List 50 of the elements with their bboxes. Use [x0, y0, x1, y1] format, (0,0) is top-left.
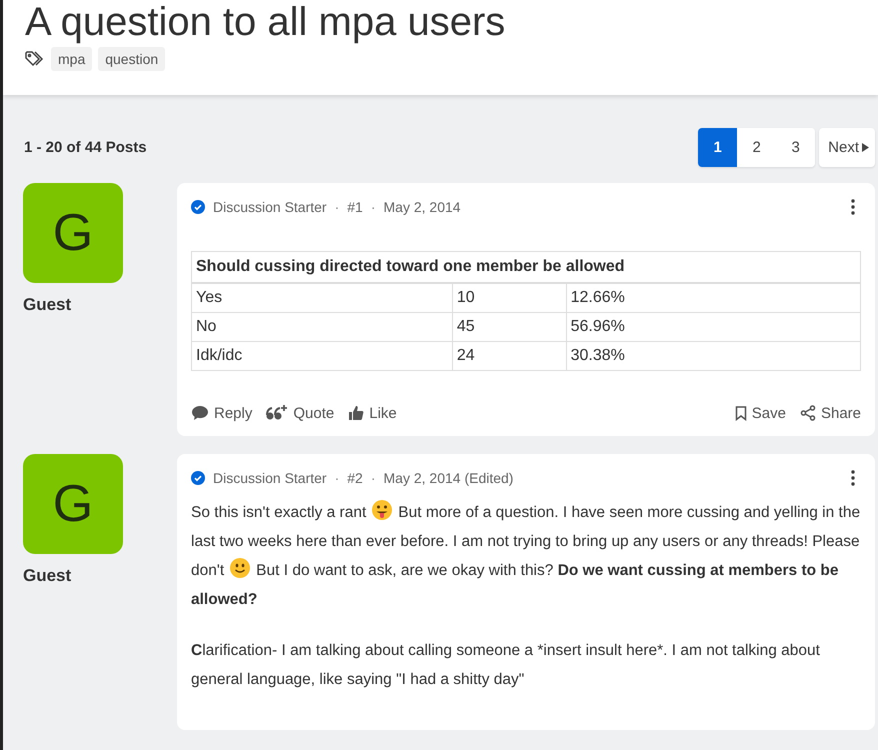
- author-name[interactable]: Guest: [23, 566, 123, 586]
- verified-icon: [191, 200, 205, 214]
- badge-label: Discussion Starter: [213, 470, 327, 486]
- avatar[interactable]: G: [23, 454, 123, 554]
- separator-dot: ·: [370, 470, 376, 486]
- table-cell: 56.96%: [566, 312, 860, 342]
- table-cell: 10: [452, 283, 566, 312]
- table-cell: Idk/idc: [192, 342, 452, 370]
- author-name[interactable]: Guest: [23, 295, 123, 315]
- verified-icon: [191, 471, 205, 485]
- tongue-face-icon: [371, 499, 394, 521]
- thumbs-up-icon: [348, 405, 364, 421]
- smiling-face-icon: [229, 557, 252, 579]
- badge-label: Discussion Starter: [213, 199, 327, 215]
- page-button[interactable]: 1: [698, 128, 738, 166]
- post-number[interactable]: #2: [347, 470, 363, 486]
- action-button[interactable]: Reply: [191, 404, 252, 422]
- action-button[interactable]: Quote: [266, 404, 334, 422]
- table-cell: Yes: [192, 283, 452, 312]
- avatar[interactable]: G: [23, 183, 123, 283]
- tag-icon: [25, 51, 45, 67]
- speech-bubble-icon: [191, 405, 209, 421]
- tag-link[interactable]: mpa: [51, 47, 92, 71]
- bookmark-icon: [734, 406, 747, 420]
- separator-dot: ·: [334, 470, 340, 486]
- separator-dot: ·: [334, 199, 340, 215]
- action-button[interactable]: Save: [734, 404, 786, 422]
- page-button[interactable]: 3: [776, 128, 816, 166]
- thread-title: A question to all mpa users: [25, 0, 506, 46]
- page-button[interactable]: 2: [737, 128, 776, 166]
- table-cell: No: [192, 312, 452, 342]
- table-cell: 45: [452, 312, 566, 342]
- post-paragraph: Clarification- I am talking about calling someone a *insert insult here*. I am not talking about general language, like saying "I had a shitty day": [191, 641, 821, 690]
- action-button[interactable]: Like: [348, 404, 397, 422]
- table-cell: 30.38%: [566, 342, 860, 370]
- share-icon: [800, 405, 816, 421]
- post-date: May 2, 2014 (Edited): [384, 470, 514, 486]
- post-number[interactable]: #1: [347, 199, 363, 215]
- post-date: May 2, 2014: [384, 199, 461, 215]
- post-count: 1 - 20 of 44 Posts: [24, 138, 147, 156]
- post-paragraph: So this isn't exactly a rant But more of a question. I have seen more cussing and yelling in the last two weeks here than ever before. I am not trying to bring up any users or any threads! Please don't But I do want to ask, are we okay with this? Do we want cussing at members to be allowed?: [191, 498, 861, 614]
- quote-icon: [266, 404, 288, 422]
- next-button[interactable]: Next: [819, 128, 875, 166]
- table-cell: 12.66%: [566, 283, 860, 312]
- separator-dot: ·: [370, 199, 376, 215]
- table-cell: 24: [452, 342, 566, 370]
- action-button[interactable]: Share: [800, 404, 861, 422]
- caret-icon: [862, 142, 869, 152]
- poll-title: Should cussing directed toward one member be allowed: [192, 252, 860, 283]
- tag-link[interactable]: question: [98, 47, 166, 71]
